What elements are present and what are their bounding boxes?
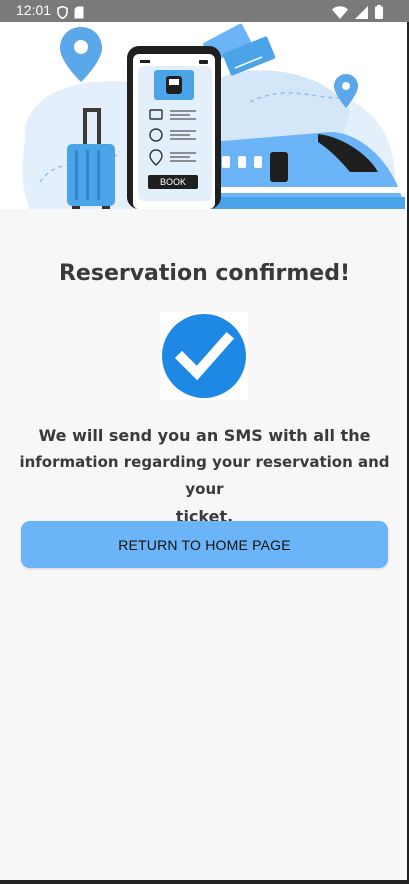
signal-icon (355, 4, 368, 23)
location-pin-icon (60, 27, 102, 82)
return-home-button[interactable]: RETURN TO HOME PAGE (21, 521, 388, 568)
screen-edge-bottom (0, 880, 409, 884)
status-right-icons (332, 4, 383, 23)
confirmation-panel: Reservation confirmed! We will send you … (0, 209, 409, 884)
return-home-button-label: RETURN TO HOME PAGE (118, 536, 291, 553)
confirmation-message: We will send you an SMS with all the inf… (0, 422, 409, 530)
wifi-icon (332, 4, 348, 23)
page-title: Reservation confirmed! (58, 261, 350, 286)
travel-illustration (22, 23, 405, 209)
hero-illustration: BOOK (0, 22, 409, 209)
shield-icon (57, 4, 68, 23)
check-circle-container (160, 312, 248, 400)
message-line-1: We will send you an SMS with all the (38, 426, 371, 445)
status-time: 12:01 (16, 2, 52, 18)
battery-icon (375, 4, 383, 23)
message-line-2: information regarding your reservation a… (19, 453, 390, 498)
checkmark-circle-icon (162, 314, 246, 398)
status-bar: 12:01 (0, 0, 409, 22)
book-label: BOOK (159, 177, 186, 187)
status-left-icons (57, 4, 84, 23)
sd-card-icon (74, 4, 84, 23)
